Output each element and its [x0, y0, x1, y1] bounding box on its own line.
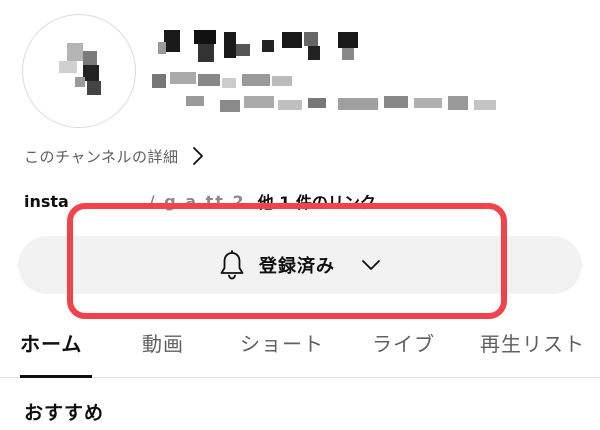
- subscribed-button[interactable]: 登録済み: [18, 236, 582, 294]
- subscribed-label: 登録済み: [259, 256, 335, 277]
- tab-home[interactable]: ホーム: [20, 328, 82, 364]
- tab-live[interactable]: ライブ: [372, 328, 435, 364]
- channel-link-url: / g a tt 2: [148, 191, 246, 211]
- tab-playlists[interactable]: 再生リスト: [480, 328, 585, 364]
- channel-handle-redacted: [152, 68, 312, 94]
- chevron-right-icon: [192, 147, 203, 165]
- channel-about-link[interactable]: このチャンネルの詳細: [24, 142, 205, 170]
- channel-name-redacted: [158, 22, 368, 72]
- tab-videos[interactable]: 動画: [142, 328, 184, 364]
- section-title-recommended: おすすめ: [24, 402, 105, 424]
- tab-shorts[interactable]: ショート: [240, 328, 324, 364]
- channel-link-more: 他 1 件のリンク: [257, 193, 376, 212]
- channel-stats-redacted: [158, 92, 528, 118]
- channel-avatar[interactable]: [22, 14, 136, 128]
- channel-link-text: insta: [24, 191, 69, 211]
- tab-active-indicator: [20, 375, 92, 378]
- chevron-down-icon: [362, 260, 380, 270]
- channel-tabs: ホーム 動画 ショート ライブ 再生リスト: [0, 322, 600, 378]
- channel-about-label: このチャンネルの詳細: [24, 147, 179, 166]
- bell-icon: [220, 250, 244, 280]
- channel-links-row[interactable]: insta / g a tt 2 他 1 件のリンク: [24, 188, 376, 214]
